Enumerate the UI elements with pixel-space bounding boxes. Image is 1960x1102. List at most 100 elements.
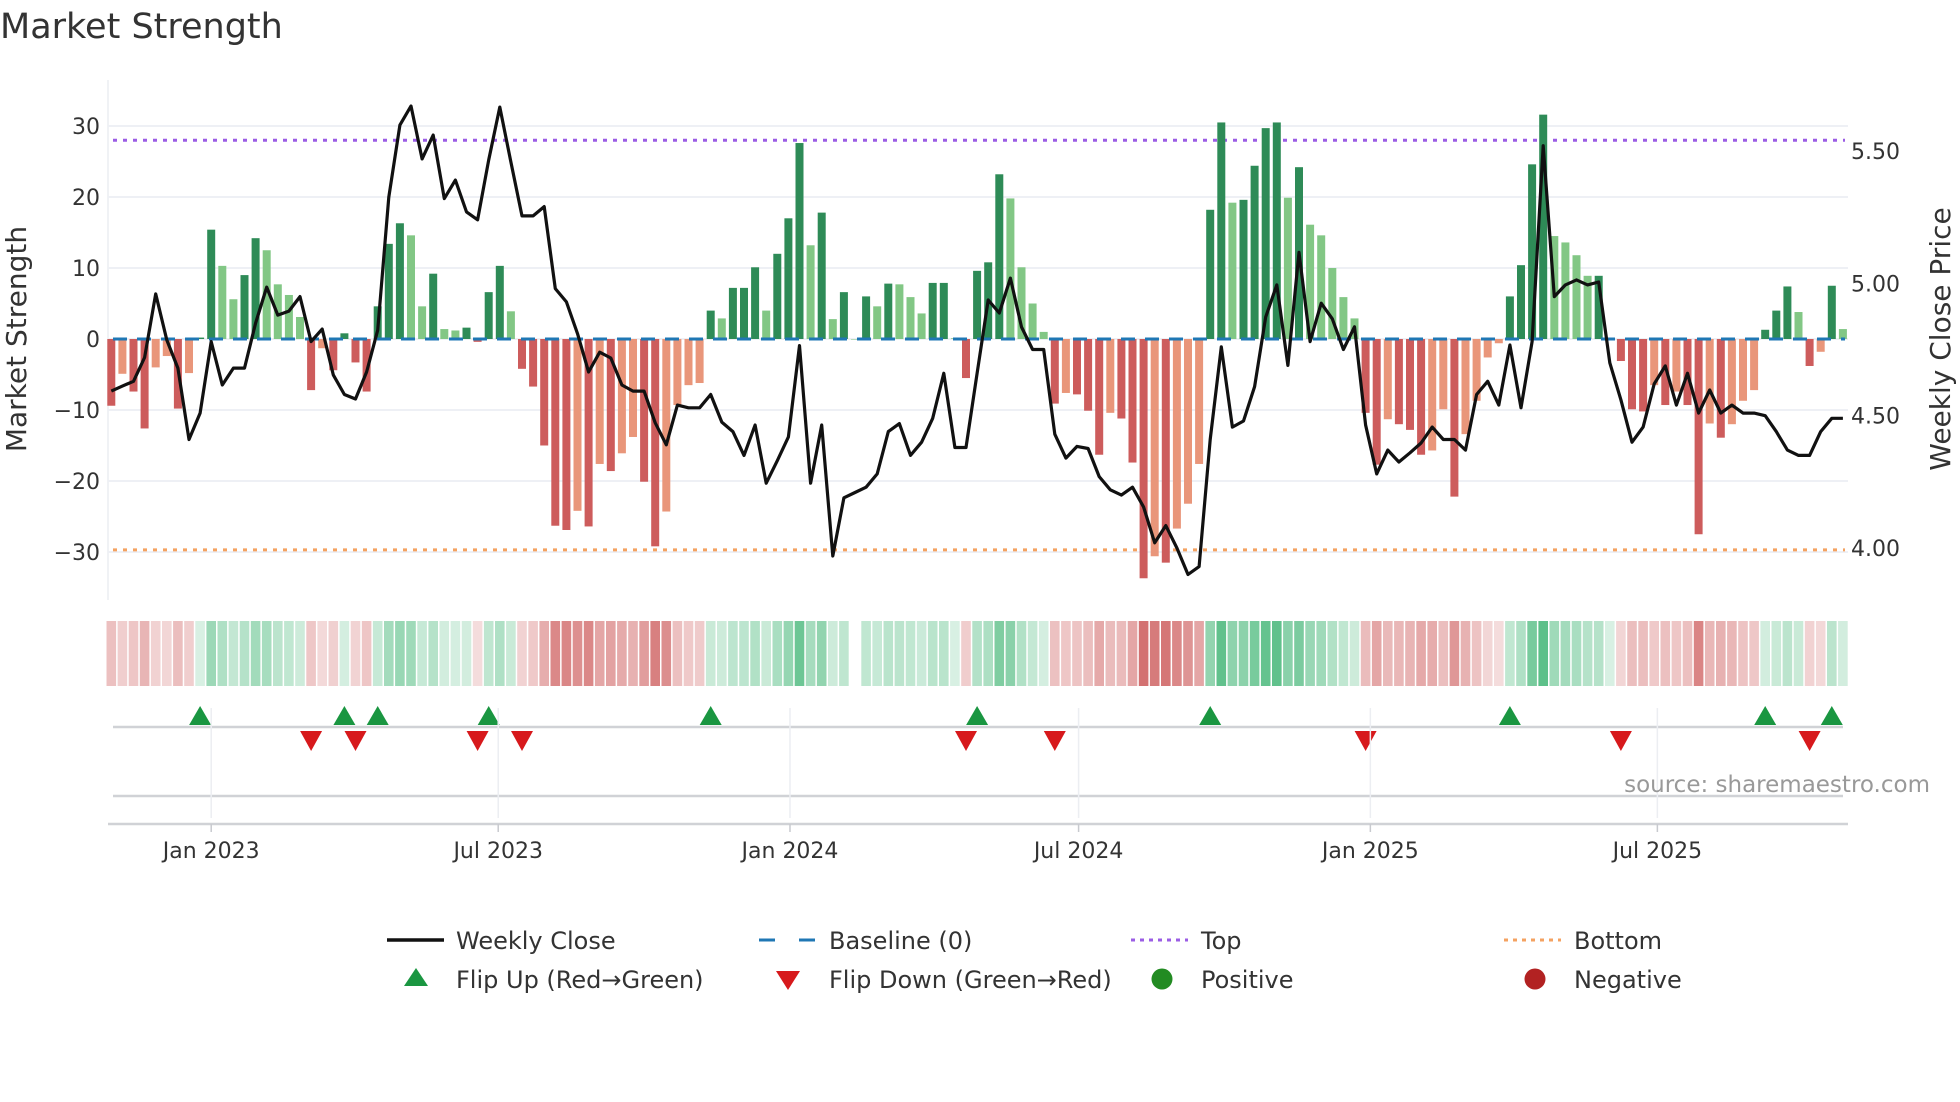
- strip-cell: [239, 621, 250, 686]
- strip-cell: [1038, 621, 1049, 686]
- strip-cell: [1560, 621, 1571, 686]
- positive-bar: [1217, 122, 1226, 339]
- strip-cell: [1338, 621, 1349, 686]
- circle-icon: [1524, 968, 1546, 990]
- negative-bar: [1816, 339, 1825, 352]
- negative-bar: [540, 339, 549, 446]
- negative-bar: [1450, 339, 1459, 497]
- strip-cell: [1505, 621, 1515, 686]
- negative-bar: [1139, 339, 1148, 579]
- strip-cell: [1360, 621, 1371, 686]
- y-left-tick-label: 20: [72, 186, 100, 211]
- positive-bar: [1505, 296, 1514, 339]
- legend-item-flip-up: Flip Up (Red→Green): [404, 966, 704, 994]
- strip-cell: [1804, 621, 1815, 686]
- positive-bar: [762, 310, 771, 339]
- strip-cell: [1116, 621, 1127, 686]
- flip-up-marker: [1820, 706, 1843, 725]
- negative-bar: [1172, 339, 1181, 529]
- strip-cell: [261, 621, 272, 686]
- y-left-tick-label: −20: [54, 470, 100, 495]
- positive-bar: [1317, 235, 1326, 339]
- strip-cell: [150, 621, 161, 686]
- strip-cell: [284, 621, 294, 686]
- positive-bar: [828, 319, 837, 339]
- strip-cell: [361, 621, 372, 686]
- negative-bar: [695, 339, 704, 384]
- strip-cell: [1449, 621, 1460, 686]
- strip-cell: [583, 621, 594, 686]
- positive-bar: [407, 235, 415, 339]
- strip-cell: [273, 621, 283, 686]
- flip-down-marker: [1043, 731, 1066, 751]
- flip-down-marker: [955, 731, 977, 751]
- strip-cell: [606, 621, 616, 686]
- flip-up-marker: [699, 706, 722, 725]
- positive-bar: [784, 218, 793, 339]
- positive-bar: [1517, 265, 1525, 339]
- strip-cell: [1227, 621, 1238, 686]
- strip-cell: [1238, 621, 1249, 686]
- strip-cell: [1105, 621, 1116, 686]
- strip-cell: [950, 621, 960, 686]
- negative-bar: [1372, 339, 1381, 465]
- negative-bar: [551, 339, 560, 526]
- strip-cell: [1427, 621, 1437, 686]
- strip-cell: [417, 621, 427, 686]
- negative-bar: [1461, 339, 1470, 435]
- positive-bar: [795, 143, 804, 339]
- negative-bar: [1716, 339, 1725, 438]
- negative-bar: [1750, 339, 1759, 391]
- strip-cell: [994, 621, 1005, 686]
- strip-cell: [1771, 621, 1782, 686]
- y-left-tick-label: 10: [72, 257, 100, 282]
- legend-item-flip-down: Flip Down (Green→Red): [776, 966, 1112, 994]
- positive-bar: [462, 327, 471, 339]
- negative-bar: [684, 339, 693, 386]
- positive-bar: [207, 229, 216, 339]
- strength-heat-strip: [106, 621, 1848, 686]
- positive-bar: [1028, 303, 1037, 339]
- y-axis-label-left: Market Strength: [0, 226, 33, 452]
- x-tick-label: Jul 2024: [1032, 839, 1124, 864]
- positive-bar: [1206, 209, 1215, 339]
- positive-bar: [395, 223, 404, 339]
- strip-cell: [372, 621, 383, 686]
- strip-cell: [1183, 621, 1193, 686]
- strip-cell: [1516, 621, 1526, 686]
- negative-bar: [307, 339, 316, 391]
- strip-cell: [772, 621, 783, 686]
- strip-cell: [905, 621, 916, 686]
- strip-cell: [1249, 621, 1260, 686]
- negative-bar: [1739, 339, 1747, 401]
- strip-cell: [461, 621, 472, 686]
- strip-cell: [1682, 621, 1693, 686]
- strip-cell: [894, 621, 905, 686]
- strip-cell: [295, 621, 305, 686]
- strip-cell: [1727, 621, 1737, 686]
- flip-up-marker: [1498, 706, 1521, 725]
- negative-bar: [1483, 339, 1492, 358]
- positive-bar: [839, 292, 848, 339]
- strip-cell: [1494, 621, 1504, 686]
- strip-cell: [1094, 621, 1104, 686]
- legend-item-negative: Negative: [1524, 966, 1682, 994]
- strip-cell: [439, 621, 450, 686]
- strip-cell: [1538, 621, 1548, 686]
- strip-cell: [683, 621, 694, 686]
- strip-cell: [861, 621, 871, 686]
- flip-up-marker: [477, 706, 500, 725]
- triangle-down-icon: [776, 971, 800, 990]
- positive-bar: [728, 287, 737, 339]
- legend: Weekly Close Baseline (0) Top Bottom Flip Up…: [387, 927, 1682, 994]
- strip-cell: [1671, 621, 1682, 686]
- negative-bar: [351, 339, 360, 363]
- strip-cell: [650, 621, 660, 686]
- positive-bar: [1794, 312, 1803, 339]
- positive-bar: [296, 316, 304, 339]
- negative-bar: [662, 339, 671, 512]
- strip-cell: [1838, 621, 1848, 686]
- positive-bar: [806, 245, 815, 339]
- strip-cell: [1050, 621, 1060, 686]
- positive-bar: [284, 294, 293, 339]
